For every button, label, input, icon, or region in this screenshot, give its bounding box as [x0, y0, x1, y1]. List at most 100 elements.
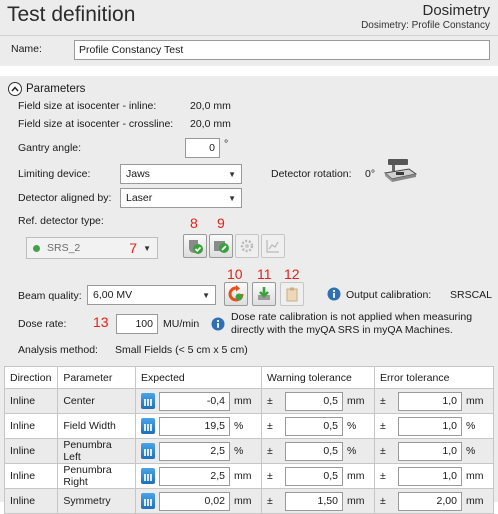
- direction-cell: Inline: [3, 438, 59, 464]
- warning-input[interactable]: 0,5: [284, 466, 343, 486]
- chevron-down-icon: ▼: [143, 243, 151, 253]
- warning-input[interactable]: 0,5: [284, 441, 343, 461]
- error-unit: %: [465, 445, 476, 457]
- calculator-icon[interactable]: [140, 393, 155, 409]
- chevron-down-icon: ▼: [228, 193, 236, 203]
- error-input[interactable]: 1,0: [397, 416, 462, 436]
- status-dot-icon: [33, 244, 40, 252]
- expected-input[interactable]: 2,5: [158, 466, 230, 486]
- warning-input[interactable]: 0,5: [284, 391, 343, 411]
- error-cell: ±2,00 mm: [373, 488, 495, 514]
- gantry-angle-label: Gantry angle:: [18, 142, 82, 154]
- name-row: Name:: [0, 36, 498, 66]
- expected-unit: %: [233, 420, 244, 432]
- detector-aligned-select[interactable]: Laser ▼: [120, 188, 242, 208]
- chart-icon: [266, 240, 279, 253]
- direction-cell: Inline: [3, 413, 59, 439]
- paste-button[interactable]: [280, 282, 304, 306]
- annotation-10: 10: [227, 266, 243, 282]
- annotation-9: 9: [217, 215, 225, 231]
- limiting-device-select[interactable]: Jaws ▼: [120, 164, 242, 184]
- header-bar: Test definition Dosimetry Dosimetry: Pro…: [0, 0, 498, 36]
- chart-button[interactable]: [261, 234, 285, 258]
- chevron-down-icon: ▼: [202, 290, 210, 300]
- warning-cell: ±0,5%: [260, 413, 375, 439]
- parameter-cell: Center: [57, 388, 136, 414]
- warning-input[interactable]: 0,5: [284, 416, 343, 436]
- parameter-cell: Penumbra Right: [57, 463, 136, 489]
- edit-detector-button[interactable]: [209, 234, 233, 258]
- annotation-7: 7: [129, 240, 138, 256]
- detector-rotation-value: 0°: [365, 168, 376, 180]
- table-row: Inline Field Width 19,5% ±0,5% ±1,0%: [3, 413, 495, 439]
- error-cell: ±1,0%: [373, 438, 495, 464]
- download-button[interactable]: [252, 282, 276, 306]
- dose-rate-note-line2: directly with the myQA SRS in myQA Machi…: [231, 324, 453, 336]
- plus-minus-sign: ±: [379, 395, 386, 407]
- error-input[interactable]: 1,0: [397, 391, 462, 411]
- calculator-icon[interactable]: [140, 493, 155, 509]
- plus-minus-sign: ±: [379, 445, 386, 457]
- name-label: Name:: [11, 43, 42, 55]
- name-input[interactable]: [74, 40, 490, 60]
- table-row: Inline Penumbra Left 2,5% ±0,5% ±1,0%: [3, 438, 495, 464]
- expected-cell: 19,5%: [134, 413, 262, 439]
- dose-rate-input[interactable]: 100: [116, 314, 158, 334]
- direction-cell: Inline: [3, 488, 59, 514]
- shield-check-icon: [189, 240, 203, 254]
- error-input[interactable]: 2,00: [397, 491, 462, 511]
- field-size-crossline-value: 20,0 mm: [190, 118, 231, 130]
- calculator-icon[interactable]: [140, 468, 155, 484]
- gear-icon: [240, 239, 254, 253]
- error-unit: mm: [465, 495, 484, 507]
- analysis-method-value: Small Fields (< 5 cm x 5 cm): [115, 344, 248, 356]
- verify-detector-button[interactable]: [183, 234, 207, 258]
- expected-input[interactable]: 19,5: [158, 416, 230, 436]
- warning-cell: ±0,5%: [260, 438, 375, 464]
- analysis-method-label: Analysis method:: [18, 344, 98, 356]
- refresh-beam-button[interactable]: [224, 282, 248, 306]
- expected-input[interactable]: -0,4: [158, 391, 230, 411]
- expected-input[interactable]: 2,5: [158, 441, 230, 461]
- gantry-angle-input[interactable]: 0: [185, 138, 220, 158]
- ref-detector-select[interactable]: SRS_2 7 ▼: [26, 237, 158, 259]
- plus-minus-sign: ±: [266, 470, 273, 482]
- chevron-down-icon: ▼: [228, 169, 236, 179]
- warning-cell: ±0,5 mm: [260, 463, 375, 489]
- detector-rotation-label: Detector rotation:: [271, 168, 352, 180]
- collapse-icon[interactable]: [8, 82, 22, 96]
- gantry-angle-unit: °: [224, 138, 229, 150]
- dose-rate-label: Dose rate:: [18, 318, 67, 330]
- column-header-parameter: Parameter: [57, 366, 136, 389]
- plus-minus-sign: ±: [379, 420, 386, 432]
- expected-input[interactable]: 0,02: [158, 491, 230, 511]
- error-cell: ±1,0%: [373, 413, 495, 439]
- calculator-icon[interactable]: [140, 443, 155, 459]
- column-header-expected: Expected: [134, 366, 262, 389]
- beam-quality-label: Beam quality:: [18, 290, 82, 302]
- warning-input[interactable]: 1,50: [284, 491, 343, 511]
- expected-cell: 2,5 mm: [134, 463, 262, 489]
- expected-unit: %: [233, 445, 244, 457]
- error-input[interactable]: 1,0: [397, 441, 462, 461]
- refresh-icon: [228, 285, 244, 302]
- ref-detector-value: SRS_2: [47, 242, 81, 254]
- error-input[interactable]: 1,0: [397, 466, 462, 486]
- beam-quality-value: 6,00 MV: [93, 289, 133, 301]
- table-row: Inline Symmetry 0,02 mm ±1,50 mm ±2,00 mm: [3, 488, 495, 514]
- warning-unit: %: [346, 420, 357, 432]
- settings-button[interactable]: [235, 234, 259, 258]
- plus-minus-sign: ±: [266, 495, 273, 507]
- annotation-13: 13: [93, 314, 109, 330]
- calculator-icon[interactable]: [140, 418, 155, 434]
- beam-quality-select[interactable]: 6,00 MV ▼: [87, 285, 216, 305]
- expected-unit: mm: [233, 395, 252, 407]
- detector-edit-icon: [214, 241, 229, 253]
- table-header-row: Direction Parameter Expected Warning tol…: [3, 366, 495, 389]
- table-row: Inline Penumbra Right 2,5 mm ±0,5 mm ±1,0 mm: [3, 463, 495, 489]
- error-unit: mm: [465, 395, 484, 407]
- error-unit: mm: [465, 470, 484, 482]
- parameters-header[interactable]: Parameters: [8, 82, 85, 96]
- plus-minus-sign: ±: [379, 495, 386, 507]
- parameter-cell: Symmetry: [57, 488, 136, 514]
